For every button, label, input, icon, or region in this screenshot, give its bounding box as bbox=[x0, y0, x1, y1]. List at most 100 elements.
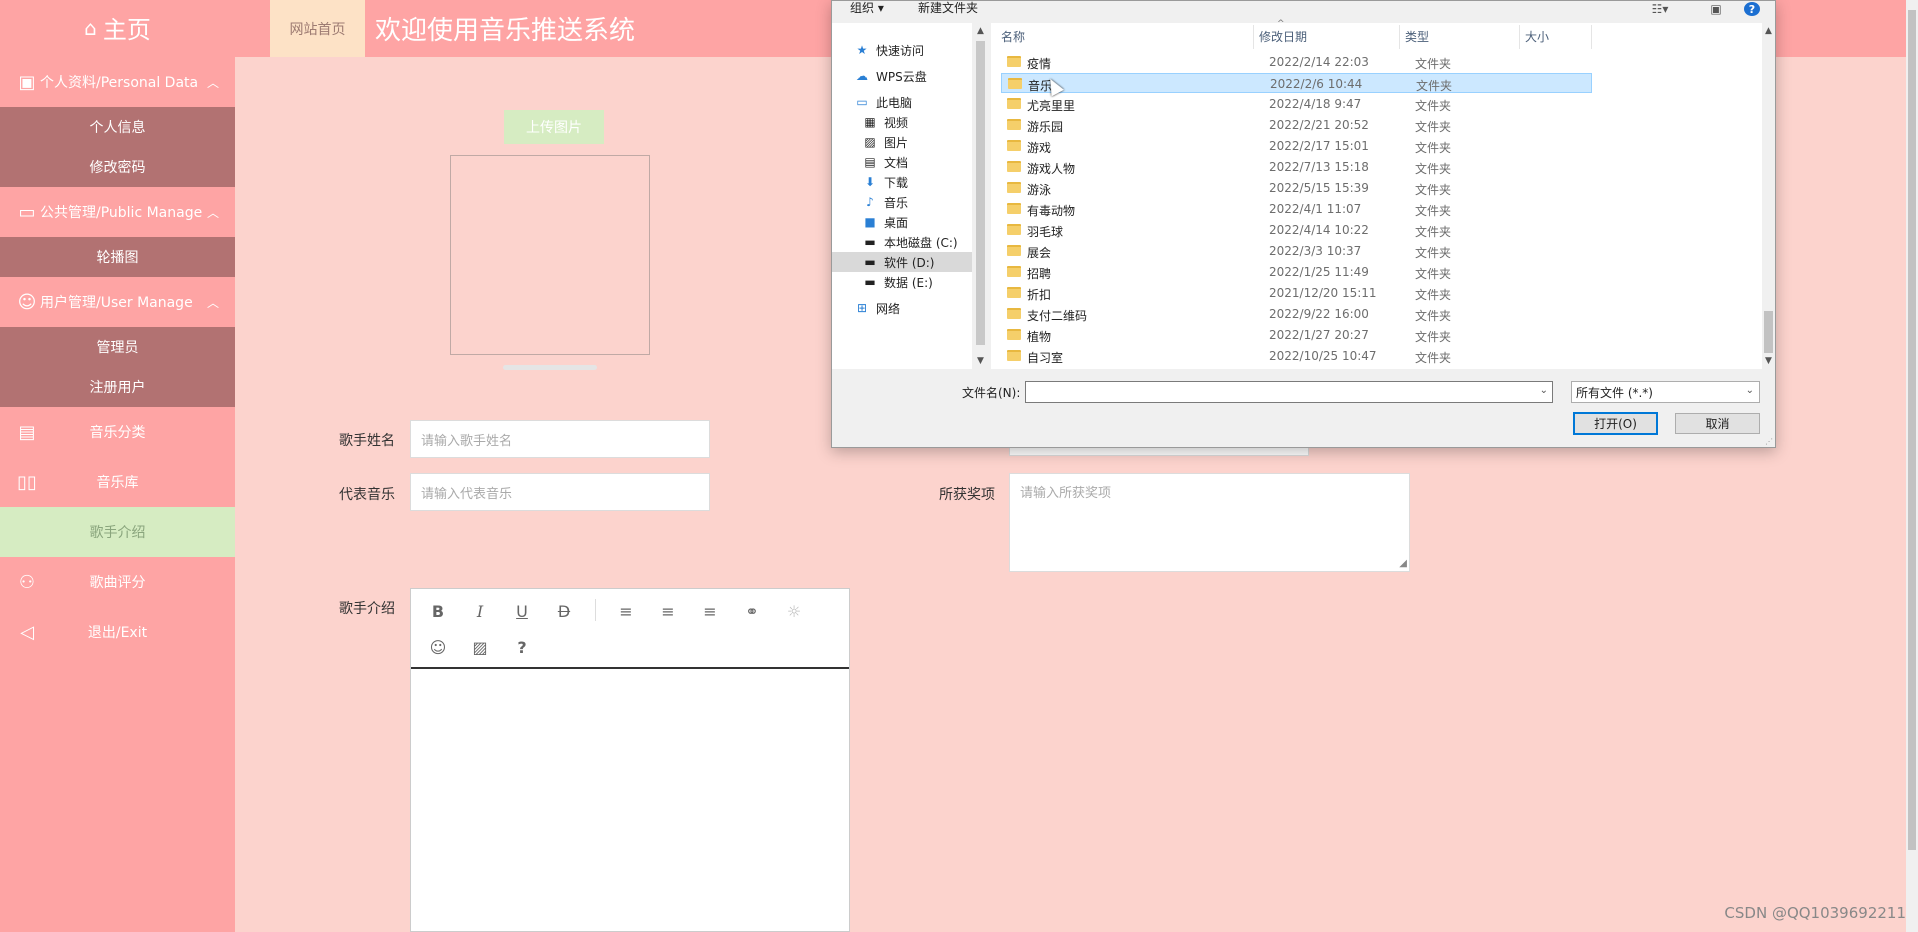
file-row[interactable]: 游戏人物 2022/7/13 15:18 文件夹 bbox=[1001, 157, 1592, 177]
organize-button[interactable]: 组织 ▾ bbox=[850, 1, 884, 17]
file-row[interactable]: 折扣 2021/12/20 15:11 文件夹 bbox=[1001, 283, 1592, 303]
file-row[interactable]: 有毒动物 2022/4/1 11:07 文件夹 bbox=[1001, 199, 1592, 219]
navigation-scrollbar[interactable]: ▲ ▼ bbox=[972, 23, 989, 369]
nav-item-desktop[interactable]: ■ 桌面 bbox=[862, 212, 908, 232]
sidebar-item-profile[interactable]: 个人信息 bbox=[0, 107, 235, 147]
sidebar-item-singer-intro[interactable]: 歌手介绍 bbox=[0, 507, 235, 557]
sidebar-item-exit[interactable]: ◁ 退出/Exit bbox=[0, 607, 235, 657]
filename-input[interactable]: ⌄ bbox=[1025, 381, 1553, 403]
scroll-up-icon[interactable]: ▲ bbox=[972, 23, 989, 39]
link-icon[interactable]: ⚭ bbox=[737, 596, 767, 626]
emoji-icon[interactable]: ☺ bbox=[423, 632, 453, 662]
navigation-scrollbar-thumb[interactable] bbox=[976, 41, 985, 345]
awards-textarea[interactable]: 请输入所获奖项 ◢ bbox=[1009, 473, 1410, 572]
chevron-down-icon[interactable]: ⌄ bbox=[1540, 385, 1548, 396]
file-date: 2022/9/22 16:00 bbox=[1269, 307, 1369, 321]
open-button[interactable]: 打开(O) bbox=[1573, 412, 1658, 435]
sidebar-section-label: 个人资料/Personal Data bbox=[40, 75, 199, 91]
chevron-down-icon: ⌄ bbox=[1745, 385, 1754, 396]
editor-content-area[interactable] bbox=[411, 669, 849, 931]
strikethrough-icon[interactable]: D bbox=[549, 596, 579, 626]
nav-item-drive-e[interactable]: ▬ 数据 (E:) bbox=[862, 272, 932, 292]
column-date[interactable]: 修改日期 bbox=[1259, 23, 1399, 49]
filetype-select[interactable]: 所有文件 (*.*) ⌄ bbox=[1571, 381, 1760, 403]
nav-item-wps-cloud[interactable]: ☁ WPS云盘 bbox=[854, 66, 927, 86]
column-type[interactable]: 类型 bbox=[1405, 23, 1515, 49]
folder-icon bbox=[1007, 140, 1021, 151]
scroll-up-icon[interactable]: ▲ bbox=[1762, 23, 1775, 39]
sidebar-item-song-rating[interactable]: ⚇ 歌曲评分 bbox=[0, 557, 235, 607]
image-preview bbox=[450, 155, 650, 355]
file-list-scrollbar-thumb[interactable] bbox=[1764, 311, 1773, 353]
nav-item-pictures[interactable]: ▨ 图片 bbox=[862, 132, 908, 152]
new-folder-button[interactable]: 新建文件夹 bbox=[918, 1, 978, 17]
file-row[interactable]: 游泳 2022/5/15 15:39 文件夹 bbox=[1001, 178, 1592, 198]
sidebar-item-admins[interactable]: 管理员 bbox=[0, 327, 235, 367]
sidebar-item-registered-users[interactable]: 注册用户 bbox=[0, 367, 235, 407]
rep-music-input[interactable]: 请输入代表音乐 bbox=[410, 473, 710, 511]
file-row[interactable]: 展会 2022/3/3 10:37 文件夹 bbox=[1001, 241, 1592, 261]
nav-item-drive-c[interactable]: ▬ 本地磁盘 (C:) bbox=[862, 232, 957, 252]
underline-icon[interactable]: U bbox=[507, 596, 537, 626]
sidebar-item-carousel[interactable]: 轮播图 bbox=[0, 237, 235, 277]
help-icon[interactable]: ? bbox=[507, 632, 537, 662]
nav-item-this-pc[interactable]: ▭ 此电脑 bbox=[854, 92, 912, 112]
page-scrollbar[interactable] bbox=[1906, 0, 1918, 932]
computer-icon: ▭ bbox=[856, 95, 868, 109]
page-scrollbar-thumb[interactable] bbox=[1908, 10, 1916, 850]
nav-item-documents[interactable]: ▤ 文档 bbox=[862, 152, 908, 172]
cancel-button[interactable]: 取消 bbox=[1675, 413, 1760, 434]
image-icon[interactable]: ▨ bbox=[465, 632, 495, 662]
align-center-icon[interactable]: ≡ bbox=[653, 596, 683, 626]
column-divider[interactable] bbox=[1253, 25, 1254, 49]
column-size[interactable]: 大小 bbox=[1525, 23, 1585, 49]
nav-item-network[interactable]: ⊞ 网络 bbox=[854, 298, 900, 318]
nav-item-videos[interactable]: ▦ 视频 bbox=[862, 112, 908, 132]
unlink-icon[interactable]: ☼ bbox=[779, 596, 809, 626]
file-row[interactable]: 植物 2022/1/27 20:27 文件夹 bbox=[1001, 325, 1592, 345]
column-divider[interactable] bbox=[1591, 25, 1592, 49]
nav-item-drive-d[interactable]: ▬ 软件 (D:) bbox=[832, 252, 972, 272]
nav-item-quick-access[interactable]: ★ 快速访问 bbox=[854, 40, 924, 60]
file-row[interactable]: 疫情 2022/2/14 22:03 文件夹 bbox=[1001, 52, 1592, 72]
file-row[interactable]: 自习室 2022/10/25 10:47 文件夹 bbox=[1001, 346, 1592, 366]
view-options-icon[interactable]: ☷▾ bbox=[1652, 2, 1669, 16]
nav-item-music[interactable]: ♪ 音乐 bbox=[862, 192, 908, 212]
column-name[interactable]: 名称 bbox=[1001, 23, 1261, 49]
align-right-icon[interactable]: ≡ bbox=[695, 596, 725, 626]
file-row[interactable]: 招聘 2022/1/25 11:49 文件夹 bbox=[1001, 262, 1592, 282]
nav-item-downloads[interactable]: ⬇ 下载 bbox=[862, 172, 908, 192]
column-divider[interactable] bbox=[1519, 25, 1520, 49]
file-row[interactable]: 羽毛球 2022/4/14 10:22 文件夹 bbox=[1001, 220, 1592, 240]
home-tab[interactable]: 网站首页 bbox=[270, 0, 365, 57]
file-row[interactable]: 尤亮里里 2022/4/18 9:47 文件夹 bbox=[1001, 94, 1592, 114]
file-row[interactable]: 游乐园 2022/2/21 20:52 文件夹 bbox=[1001, 115, 1592, 135]
scroll-down-icon[interactable]: ▼ bbox=[972, 353, 989, 369]
align-left-icon[interactable]: ≡ bbox=[611, 596, 641, 626]
folder-icon bbox=[1007, 308, 1021, 319]
preview-pane-icon[interactable]: ▣ bbox=[1708, 2, 1724, 16]
resize-handle-icon[interactable]: ◢ bbox=[1399, 558, 1407, 569]
file-list-scrollbar[interactable]: ▲ ▼ bbox=[1762, 23, 1775, 369]
help-icon[interactable]: ? bbox=[1744, 2, 1760, 16]
file-type: 文件夹 bbox=[1415, 225, 1452, 239]
file-row-selected[interactable]: 音乐 2022/2/6 10:44 文件夹 bbox=[1001, 73, 1592, 93]
sidebar-section-personal[interactable]: ▣ 个人资料/Personal Data ︿ bbox=[0, 57, 235, 107]
upload-image-button[interactable]: 上传图片 bbox=[504, 110, 604, 144]
sidebar-item-music-category[interactable]: ▤ 音乐分类 bbox=[0, 407, 235, 457]
sidebar-item-label: 歌曲评分 bbox=[89, 575, 146, 591]
desktop-icon: ■ bbox=[864, 215, 876, 229]
sidebar-section-users[interactable]: ☺ 用户管理/User Manage ︿ bbox=[0, 277, 235, 327]
sidebar-item-music-library[interactable]: ▯▯ 音乐库 bbox=[0, 457, 235, 507]
resize-grip-icon[interactable]: ⋰ bbox=[1765, 437, 1773, 446]
sidebar-section-public[interactable]: ▭ 公共管理/Public Manage ︿ bbox=[0, 187, 235, 237]
bold-icon[interactable]: B bbox=[423, 596, 453, 626]
column-divider[interactable] bbox=[1399, 25, 1400, 49]
italic-icon[interactable]: I bbox=[465, 596, 495, 626]
file-row[interactable]: 支付二维码 2022/9/22 16:00 文件夹 bbox=[1001, 304, 1592, 324]
sidebar-logo[interactable]: ⌂ 主页 bbox=[0, 0, 235, 55]
sidebar-item-change-password[interactable]: 修改密码 bbox=[0, 147, 235, 187]
scroll-down-icon[interactable]: ▼ bbox=[1762, 353, 1775, 369]
singer-name-input[interactable]: 请输入歌手姓名 bbox=[410, 420, 710, 458]
file-row[interactable]: 游戏 2022/2/17 15:01 文件夹 bbox=[1001, 136, 1592, 156]
